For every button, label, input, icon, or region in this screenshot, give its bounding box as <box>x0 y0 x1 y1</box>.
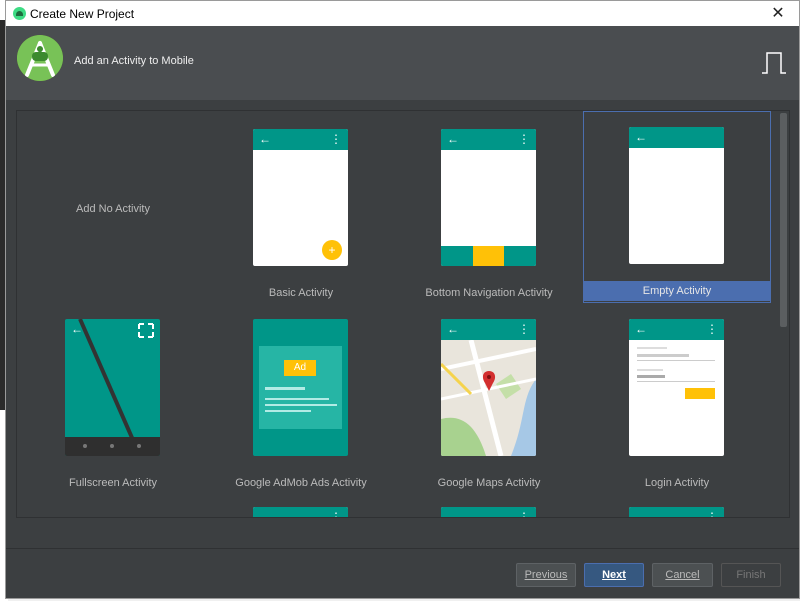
finish-button[interactable]: Finish <box>721 563 781 587</box>
title-bar: Create New Project ✕ <box>6 1 799 26</box>
fullscreen-preview: ← <box>65 319 160 456</box>
fab-icon: + <box>322 240 342 260</box>
overflow-menu-icon: ⋮ <box>518 510 530 518</box>
ad-badge: Ad <box>284 360 316 376</box>
previous-label: Previous <box>524 569 568 581</box>
form-factor-icon <box>762 52 786 74</box>
gallery-scrollbar[interactable] <box>780 113 787 327</box>
create-project-dialog: Create New Project ✕ Add an Activity to … <box>5 0 800 599</box>
admob-preview: Ad <box>253 319 348 456</box>
back-arrow-icon: ← <box>259 132 271 146</box>
basic-activity-preview: ← ⋮ + <box>253 129 348 266</box>
previous-button[interactable]: Previous <box>516 563 576 587</box>
back-arrow-icon: ← <box>635 130 647 144</box>
empty-activity-preview: ← <box>629 127 724 264</box>
activity-label: Login Activity <box>644 477 710 489</box>
back-arrow-icon: ← <box>71 322 83 336</box>
activity-tile-empty[interactable]: ← Empty Activity <box>583 111 771 303</box>
android-studio-logo <box>17 35 63 81</box>
bottom-navigation-preview: ← ⋮ <box>441 129 536 266</box>
finish-label: Finish <box>736 569 766 581</box>
activity-label: Add No Activity <box>76 203 150 215</box>
activity-tile-admob[interactable]: Ad Google AdMob Ads Activity <box>207 303 395 493</box>
cancel-button[interactable]: Cancel <box>652 563 713 587</box>
next-label: Next <box>602 569 626 581</box>
back-arrow-icon: ← <box>635 510 647 518</box>
overflow-menu-icon: ⋮ <box>518 132 530 146</box>
overflow-menu-icon: ⋮ <box>518 322 530 336</box>
close-button[interactable]: ✕ <box>767 3 789 25</box>
activity-label: Fullscreen Activity <box>68 477 158 489</box>
activity-tile-basic[interactable]: ← ⋮ + Basic Activity <box>207 113 395 303</box>
partial-activity-preview[interactable]: ⋮ <box>441 507 536 518</box>
wizard-header: Add an Activity to Mobile <box>6 26 799 100</box>
partial-activity-preview[interactable]: ← ⋮ <box>629 507 724 518</box>
cancel-label: Cancel <box>665 569 700 581</box>
activity-tile-fullscreen[interactable]: ← Fullscreen Activity <box>19 303 207 493</box>
activity-label: Google Maps Activity <box>437 477 541 489</box>
overflow-menu-icon: ⋮ <box>330 510 342 518</box>
overflow-menu-icon: ⋮ <box>330 132 342 146</box>
activity-tile-no-activity[interactable]: Add No Activity <box>19 113 207 303</box>
activity-label: Empty Activity <box>584 281 770 301</box>
activity-label: Google AdMob Ads Activity <box>235 477 367 489</box>
google-maps-preview: ← ⋮ <box>441 319 536 456</box>
activity-tile-bottom-navigation[interactable]: ← ⋮ Bottom Navigation Activity <box>395 113 583 303</box>
login-preview: ← ⋮ <box>629 319 724 456</box>
activity-gallery[interactable]: Add No Activity ← ⋮ + Basic Activity ← ⋮ <box>16 110 790 518</box>
overflow-menu-icon: ⋮ <box>706 322 718 336</box>
back-arrow-icon: ← <box>635 322 647 336</box>
back-arrow-icon: ← <box>447 132 459 146</box>
activity-tile-login[interactable]: ← ⋮ Login Activity <box>583 303 771 493</box>
overflow-menu-icon: ⋮ <box>706 510 718 518</box>
activity-tile-google-maps[interactable]: ← ⋮ Google Maps Activity <box>395 303 583 493</box>
next-button[interactable]: Next <box>584 563 644 587</box>
header-title: Add an Activity to Mobile <box>74 55 194 67</box>
window-title: Create New Project <box>30 7 135 21</box>
bottom-nav-bar <box>441 246 536 266</box>
activity-label: Basic Activity <box>268 287 334 299</box>
back-arrow-icon: ← <box>447 322 459 336</box>
activity-label: Bottom Navigation Activity <box>425 287 553 299</box>
android-studio-icon <box>13 7 26 20</box>
partial-activity-preview[interactable]: ⋮ <box>253 507 348 518</box>
